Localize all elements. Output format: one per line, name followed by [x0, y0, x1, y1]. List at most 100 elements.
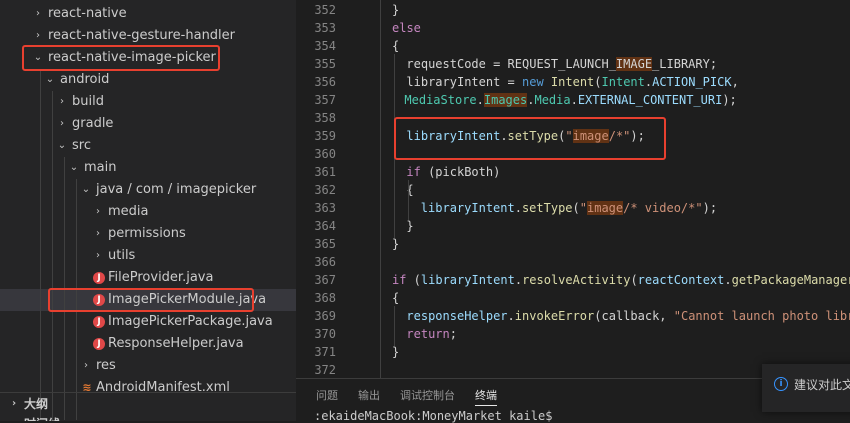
code-token: if — [406, 165, 421, 179]
code-line: return; — [406, 325, 457, 343]
tree-item-label: res — [96, 358, 116, 373]
code-token: Images — [483, 93, 528, 107]
code-token: image — [587, 201, 624, 215]
tree-item-label: react-native — [48, 6, 127, 21]
notification-toast[interactable]: i 建议对此文 — [762, 364, 850, 412]
tree-item-build[interactable]: › build — [0, 91, 296, 113]
tree-item-label: gradle — [72, 116, 114, 131]
panel-tab[interactable]: 问题 — [316, 387, 338, 405]
line-number: 352 — [314, 3, 336, 17]
code-editor[interactable]: 352} 353 else 354 {355 requestCode = REQUEST_… — [296, 0, 850, 378]
tree-item-android[interactable]: ⌄ android — [0, 69, 296, 91]
indent-guide — [394, 306, 395, 346]
line-number: 355 — [314, 57, 336, 71]
line-number: 369 — [314, 309, 336, 323]
code-token: (callback, — [594, 309, 674, 323]
panel-tab[interactable]: 输出 — [358, 387, 380, 405]
code-token: libraryIntent — [406, 75, 501, 89]
indent-guide — [40, 69, 41, 420]
chevron-right-icon: › — [36, 30, 40, 41]
tree-item-responsehelper-java[interactable]: J ResponseHelper.java — [0, 333, 296, 355]
indent-guide — [408, 180, 409, 220]
panel-tab[interactable]: 调试控制台 — [400, 387, 455, 405]
code-token: ( — [630, 273, 638, 287]
code-line: MediaStore.Images.Media.EXTERNAL_CONTENT… — [404, 91, 737, 109]
highlight-box-image-picker-folder — [22, 45, 220, 71]
code-line: libraryIntent = new Intent(Intent.ACTION… — [406, 73, 738, 91]
tree-item-label: src — [72, 138, 91, 153]
tree-item-label: FileProvider.java — [108, 270, 214, 285]
java-file-icon: J — [93, 272, 105, 284]
tree-item-gradle[interactable]: › gradle — [0, 113, 296, 135]
code-token: /* video/*" — [623, 201, 703, 215]
line-number: 370 — [314, 327, 336, 341]
outline-section-header[interactable]: › 大纲 — [0, 393, 296, 415]
tree-item-react-native-gesture-handler[interactable]: › react-native-gesture-handler — [0, 25, 296, 47]
tree-item-fileprovider-java[interactable]: J FileProvider.java — [0, 267, 296, 289]
outline-label: 大纲 — [24, 397, 49, 411]
tree-item-permissions[interactable]: › permissions — [0, 223, 296, 245]
tree-item-java-com-imagepicker[interactable]: ⌄ java / com / imagepicker — [0, 179, 296, 201]
code-line: libraryIntent.setType("image/* video/*")… — [421, 199, 717, 217]
code-line: if (pickBoth) — [406, 163, 500, 181]
tree-item-utils[interactable]: › utils — [0, 245, 296, 267]
code-token: new — [522, 75, 544, 89]
highlight-box-imagepickermodule — [48, 288, 254, 312]
code-token: ( — [406, 273, 421, 287]
code-line: { — [392, 37, 399, 55]
chevron-right-icon: › — [96, 250, 100, 261]
code-line: responseHelper.invokeError(callback, "Ca… — [406, 307, 850, 325]
tree-item-react-native[interactable]: › react-native — [0, 3, 296, 25]
chevron-right-icon: › — [84, 360, 88, 371]
tree-item-label: main — [84, 160, 117, 175]
code-token: (pickBoth) — [420, 165, 501, 179]
code-token: return — [406, 327, 450, 341]
code-token: IMAGE — [615, 57, 653, 71]
chevron-down-icon: ⌄ — [81, 184, 91, 195]
explorer-sidebar: › react-native › react-native-gesture-handl… — [0, 0, 296, 421]
tree-item-label: media — [108, 204, 149, 219]
line-number: 365 — [314, 237, 336, 251]
indent-guide — [52, 91, 53, 420]
line-number: 361 — [314, 165, 336, 179]
line-number: 358 — [314, 111, 336, 125]
timeline-label: 时间线 — [24, 413, 60, 421]
code-token: Intent — [601, 75, 645, 89]
tree-item-res[interactable]: › res — [0, 355, 296, 377]
code-token: responseHelper — [406, 309, 508, 323]
code-line: else — [392, 19, 421, 37]
code-token: ; — [449, 327, 457, 341]
code-token: } — [392, 3, 400, 17]
code-token: requestCode — [406, 57, 486, 71]
timeline-section-header[interactable]: › 时间线 — [0, 415, 296, 421]
tree-item-media[interactable]: › media — [0, 201, 296, 223]
chevron-right-icon: › — [8, 415, 20, 421]
code-token: } — [406, 219, 414, 233]
tree-item-label: java / com / imagepicker — [96, 182, 257, 197]
code-line: if (libraryIntent.resolveActivity(reactC… — [392, 271, 850, 289]
code-token: . — [514, 273, 523, 287]
tree-item-imagepickerpackage-java[interactable]: J ImagePickerPackage.java — [0, 311, 296, 333]
line-number: 372 — [314, 363, 336, 377]
code-token: { — [392, 291, 400, 305]
code-token: EXTERNAL_CONTENT_URI — [577, 93, 723, 107]
code-token: . — [724, 273, 732, 287]
code-token: Intent — [550, 75, 595, 89]
tree-item-main[interactable]: ⌄ main — [0, 157, 296, 179]
line-number: 363 — [314, 201, 336, 215]
tree-item-label: android — [60, 72, 110, 87]
panel-tab[interactable]: 终端 — [475, 387, 497, 406]
code-token: . — [507, 309, 515, 323]
code-token: getPackageManager — [731, 273, 850, 287]
line-number: 371 — [314, 345, 336, 359]
code-token: ( — [594, 75, 602, 89]
tree-item-src[interactable]: ⌄ src — [0, 135, 296, 157]
tree-item-label: ImagePickerPackage.java — [108, 314, 273, 329]
chevron-down-icon: ⌄ — [69, 162, 79, 173]
java-file-icon: J — [93, 316, 105, 328]
line-number: 362 — [314, 183, 336, 197]
code-token: = — [500, 75, 522, 89]
code-line: } — [392, 1, 399, 19]
chevron-down-icon: ⌄ — [45, 74, 55, 85]
code-token: if — [392, 273, 407, 287]
